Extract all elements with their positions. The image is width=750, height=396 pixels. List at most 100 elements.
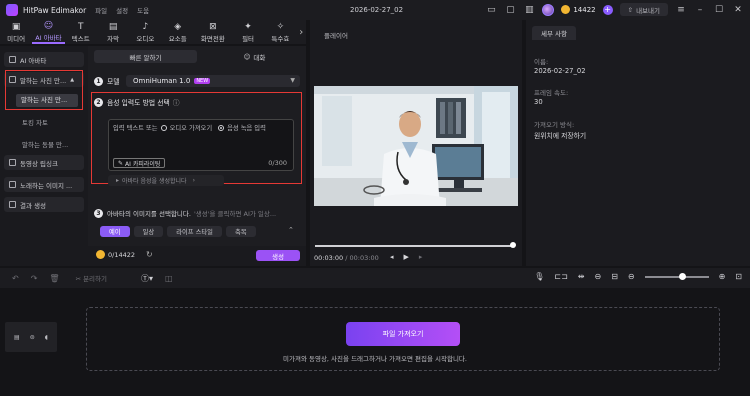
generate-button[interactable]: 생성 [256,250,300,261]
sidebar-item-lipsync[interactable]: 동영상 립싱크 [4,155,84,170]
sidebar-item-label: 결과 생성 [20,201,46,210]
char-counter: 0/300 [268,159,287,167]
tab-audio[interactable]: ♪ 오디오 [129,20,161,44]
tab-transition[interactable]: ⊠ 화면전환 [194,20,232,44]
export-label: 내보내기 [636,6,660,15]
ai-sidebar: AI 아바타 말하는 사진 만... ▲ 말하는 사진 만... 토킹 자토 말하… [0,46,88,266]
info-icon[interactable]: ⓘ [173,97,180,107]
user-avatar[interactable] [542,3,555,16]
preview-toggle-icon[interactable]: ⊟ [611,272,618,281]
step-1-badge: 1 [94,76,103,86]
menu-settings[interactable]: 설정 [116,5,128,15]
upload-audio-label[interactable]: 오디오 가져오기 [170,123,213,132]
ai-copywriting-button[interactable]: ✎ AI 카피라이팅 [113,158,166,168]
magic-icon: ✎ [118,159,124,167]
progress-knob[interactable] [510,242,516,248]
zoom-in-icon[interactable]: ⊕ [719,272,726,281]
chevron-up-icon[interactable]: ⌃ [288,226,294,234]
tab-label: 미디어 [7,34,26,43]
people-icon: ☺ [243,52,251,61]
delete-icon[interactable]: 🗑 [49,274,59,283]
split-button[interactable]: ✂ 분리하기 [76,273,107,283]
voice-preview-button[interactable]: ▸ 아바타 음성을 생성합니다 › [108,175,224,186]
tab-ai-avatar[interactable]: ☺ AI 아바타 [32,20,65,44]
menu-icon[interactable]: ≡ [675,4,687,16]
menu-file[interactable]: 파일 [95,5,107,15]
microphone-icon[interactable]: 🎙 [534,272,544,281]
category-tab-1[interactable]: 일상 [133,226,164,237]
sidebar-item-ai-avatar[interactable]: AI 아바타 [4,52,84,67]
tab-text[interactable]: T 텍스트 [65,20,97,44]
titlebar-actions: ▭ ▢ ▥ 14422 + ⇧ 내보내기 ≡ – ☐ ✕ [485,3,744,16]
sidebar-subitem-talking-animal[interactable]: 말하는 동물 만... [22,139,68,149]
video-preview-image[interactable] [314,86,518,206]
radio-upload-audio[interactable] [160,124,167,131]
fit-timeline-icon[interactable]: ⊡ [735,272,742,281]
category-tab-2[interactable]: 라이프 스타일 [167,226,222,237]
tab-media[interactable]: ▣ 미디어 [0,20,32,44]
add-credits-icon[interactable]: + [602,4,613,15]
player-title: 플레이어 [324,32,348,40]
lock-icon[interactable]: ⊜ [30,334,35,341]
export-button[interactable]: ⇧ 내보내기 [619,3,668,16]
magnet-icon[interactable]: ⊖ [594,272,601,281]
split-icon: ✂ [75,275,84,283]
tab-label: 텍스트 [71,34,90,43]
redo-icon[interactable]: ↷ [31,274,38,283]
tab-filter[interactable]: ✦ 필터 [232,20,264,44]
model-value: OmniHuman 1.0 [133,77,191,85]
track-media-icon[interactable]: ▤ [14,334,20,341]
playback-progress[interactable] [315,242,516,248]
sidebar-item-singing-image[interactable]: 노래하는 이미지 ... [4,177,84,192]
step3-hint: '생성'을 클릭하면 AI가 일상... [193,210,277,218]
preview-label: 아바타 음성을 생성합니다 [122,178,187,185]
previous-frame-icon[interactable]: ◂ [390,253,394,261]
feedback-icon[interactable]: ▢ [504,4,516,16]
mute-icon[interactable]: ◖ [45,334,48,341]
split-view-icon[interactable]: ⇹ [578,272,585,281]
radio-record-voice[interactable] [218,124,225,131]
undo-icon[interactable]: ↶ [12,274,19,283]
generate-row: 0/14422 ↻ 생성 [88,246,306,266]
step2-title: 음성 입력도 방법 선택 [107,99,170,107]
refresh-icon[interactable]: ↻ [146,250,153,259]
model-select[interactable]: OmniHuman 1.0 NEW ▼ [126,75,300,87]
text-tool-icon[interactable]: Ⓣ▾ [141,273,153,284]
tab-custom[interactable]: ☺ 대화 [203,50,306,63]
tab-elements[interactable]: ◈ 요소들 [162,20,194,44]
sidebar-item-results[interactable]: 결과 생성 [4,197,84,212]
import-hint: 미가져와 동영상, 사진을 드래그하거나 가져오면 편집을 시작합니다. [283,355,467,363]
script-input[interactable]: 입력 텍스트 또는 오디오 가져오기 음성 녹음 입력 ✎ AI 카피라이팅 0/… [108,119,294,171]
category-tab-3[interactable]: 축복 [225,226,256,237]
app-name: HitPaw Edimakor [23,5,87,15]
record-voice-label[interactable]: 음성 녹음 입력 [227,123,266,132]
tab-quick[interactable]: 빠른 알하기 [94,50,197,63]
zoom-out-icon[interactable]: ⊖ [628,272,635,281]
close-icon[interactable]: ✕ [732,4,744,16]
zoom-slider[interactable] [644,272,709,280]
tab-subtitle[interactable]: ▤ 자막 [97,20,129,44]
link-icon[interactable]: ⊏⊐ [554,272,567,281]
play-icon[interactable]: ▶ [404,253,409,261]
total-time: 00:03:00 [349,254,379,262]
screenshot-icon[interactable]: ◫ [165,274,173,283]
coin-icon [561,5,571,14]
notification-icon[interactable]: ▥ [523,4,535,16]
chevron-right-icon[interactable]: › [297,20,307,44]
name-label: 이름: [534,58,549,66]
effects-icon: ✧ [276,21,285,32]
details-panel: 세부 사항 이름: 2026-02-27_02 프레임 속도: 30 가져오기 … [526,20,750,266]
monitor-icon[interactable]: ▭ [485,4,497,16]
tab-effects[interactable]: ✧ 특수효 [264,20,296,44]
step3-title: 아바타의 이미지를 선택합니다. [107,210,191,218]
import-file-button[interactable]: 파일 가져오기 [346,322,460,346]
zoom-knob[interactable] [678,272,686,280]
menu-help[interactable]: 도움 [137,5,149,15]
minimize-icon[interactable]: – [694,4,706,16]
sidebar-subitem-talking-toto[interactable]: 토킹 자토 [22,117,48,127]
generate-credits-value: 0/14422 [108,250,136,259]
next-frame-icon[interactable]: ▸ [419,253,423,261]
maximize-icon[interactable]: ☐ [713,4,725,16]
tab-details[interactable]: 세부 사항 [532,26,576,40]
category-tab-0[interactable]: 예이 [100,226,130,237]
